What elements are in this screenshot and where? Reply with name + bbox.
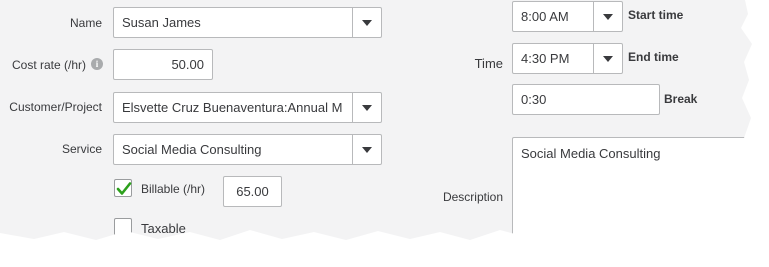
customer-project-label: Customer/Project [9,100,102,114]
name-label: Name [69,16,102,30]
start-time-dropdown-button[interactable] [593,2,622,31]
taxable-checkbox[interactable] [114,218,132,236]
billable-rate-value: 65.00 [236,184,269,199]
cost-rate-label: Cost rate (/hr) [11,58,86,72]
customer-project-value: Elsvette Cruz Buenaventura:Annual M [122,100,343,115]
checkmark-icon [116,182,132,195]
name-dropdown-button[interactable] [352,8,381,37]
end-time-value: 4:30 PM [521,51,570,66]
cost-rate-input[interactable]: 50.00 [113,49,213,80]
end-time-select[interactable]: 4:30 PM [512,43,623,74]
time-label: Time [474,56,503,71]
break-label: Break [664,92,698,106]
chevron-down-icon [362,146,372,153]
billable-checkbox[interactable] [114,179,132,197]
timesheet-form-panel: Name Susan James Cost rate (/hr) i 50.00… [0,0,752,240]
service-dropdown-button[interactable] [352,135,381,164]
billable-label: Billable (/hr) [141,182,206,196]
start-time-select[interactable]: 8:00 AM [512,1,623,32]
chevron-down-icon [362,19,372,26]
end-time-dropdown-button[interactable] [593,44,622,73]
service-label: Service [61,142,102,156]
name-select[interactable]: Susan James [113,7,382,38]
taxable-label: Taxable [141,221,186,236]
customer-project-dropdown-button[interactable] [352,93,381,122]
chevron-down-icon [362,104,372,111]
start-time-label: Start time [628,8,684,22]
break-value: 0:30 [521,92,547,107]
billable-rate-input[interactable]: 65.00 [223,176,282,207]
description-textarea[interactable]: Social Media Consulting [512,137,752,240]
service-value: Social Media Consulting [122,142,262,157]
cost-rate-value: 50.00 [171,57,204,72]
chevron-down-icon [603,13,613,20]
customer-project-select[interactable]: Elsvette Cruz Buenaventura:Annual M [113,92,382,123]
end-time-label: End time [628,50,679,64]
description-label: Description [442,190,503,204]
break-input[interactable]: 0:30 [512,84,660,115]
name-value: Susan James [122,15,201,30]
info-icon[interactable]: i [91,58,103,70]
service-select[interactable]: Social Media Consulting [113,134,382,165]
start-time-value: 8:00 AM [521,9,569,24]
chevron-down-icon [603,55,613,62]
